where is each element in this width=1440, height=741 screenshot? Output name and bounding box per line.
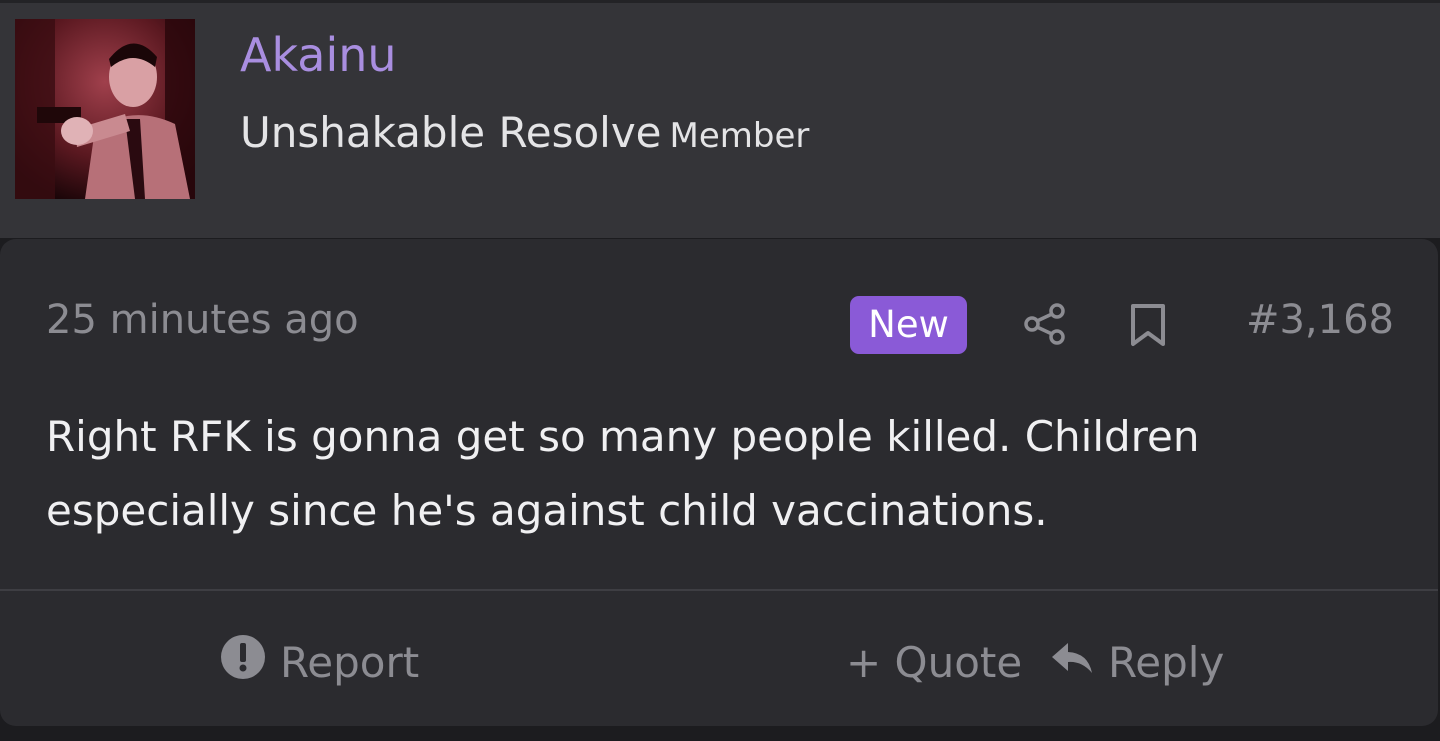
- exclamation-circle-icon: [220, 634, 266, 690]
- reply-arrow-icon: [1050, 638, 1094, 687]
- post-body: Right RFK is gonna get so many people ki…: [46, 400, 1386, 548]
- new-badge: New: [850, 296, 967, 354]
- user-avatar[interactable]: [15, 19, 195, 199]
- post-footer-divider: [0, 589, 1438, 591]
- bookmark-glyph-icon: [1131, 304, 1165, 346]
- reply-label: Reply: [1108, 637, 1225, 687]
- quote-button[interactable]: + Quote: [846, 632, 1022, 692]
- user-title-row: Unshakable Resolve Member: [240, 103, 809, 166]
- share-icon[interactable]: [1023, 302, 1067, 346]
- report-button[interactable]: Report: [220, 632, 419, 692]
- quote-label: + Quote: [846, 637, 1023, 687]
- report-label: Report: [280, 637, 420, 687]
- bookmark-icon[interactable]: [1128, 303, 1168, 347]
- post-body-line: especially since he's against child vacc…: [46, 486, 1048, 535]
- reply-button[interactable]: Reply: [1050, 632, 1224, 692]
- user-title: Unshakable Resolve: [240, 108, 662, 157]
- username-link[interactable]: Akainu: [240, 25, 397, 85]
- post-author-block: Akainu Unshakable Resolve Member: [0, 0, 1440, 238]
- forum-post-page: Akainu Unshakable Resolve Member 25 minut…: [0, 0, 1440, 741]
- post-body-line: Right RFK is gonna get so many people ki…: [46, 412, 1200, 461]
- post-number-link[interactable]: #3,168: [1246, 290, 1394, 350]
- user-role: Member: [669, 116, 810, 156]
- share-glyph-icon: [1024, 303, 1065, 345]
- avatar-image-icon: [15, 19, 195, 199]
- post-timestamp[interactable]: 25 minutes ago: [46, 290, 359, 350]
